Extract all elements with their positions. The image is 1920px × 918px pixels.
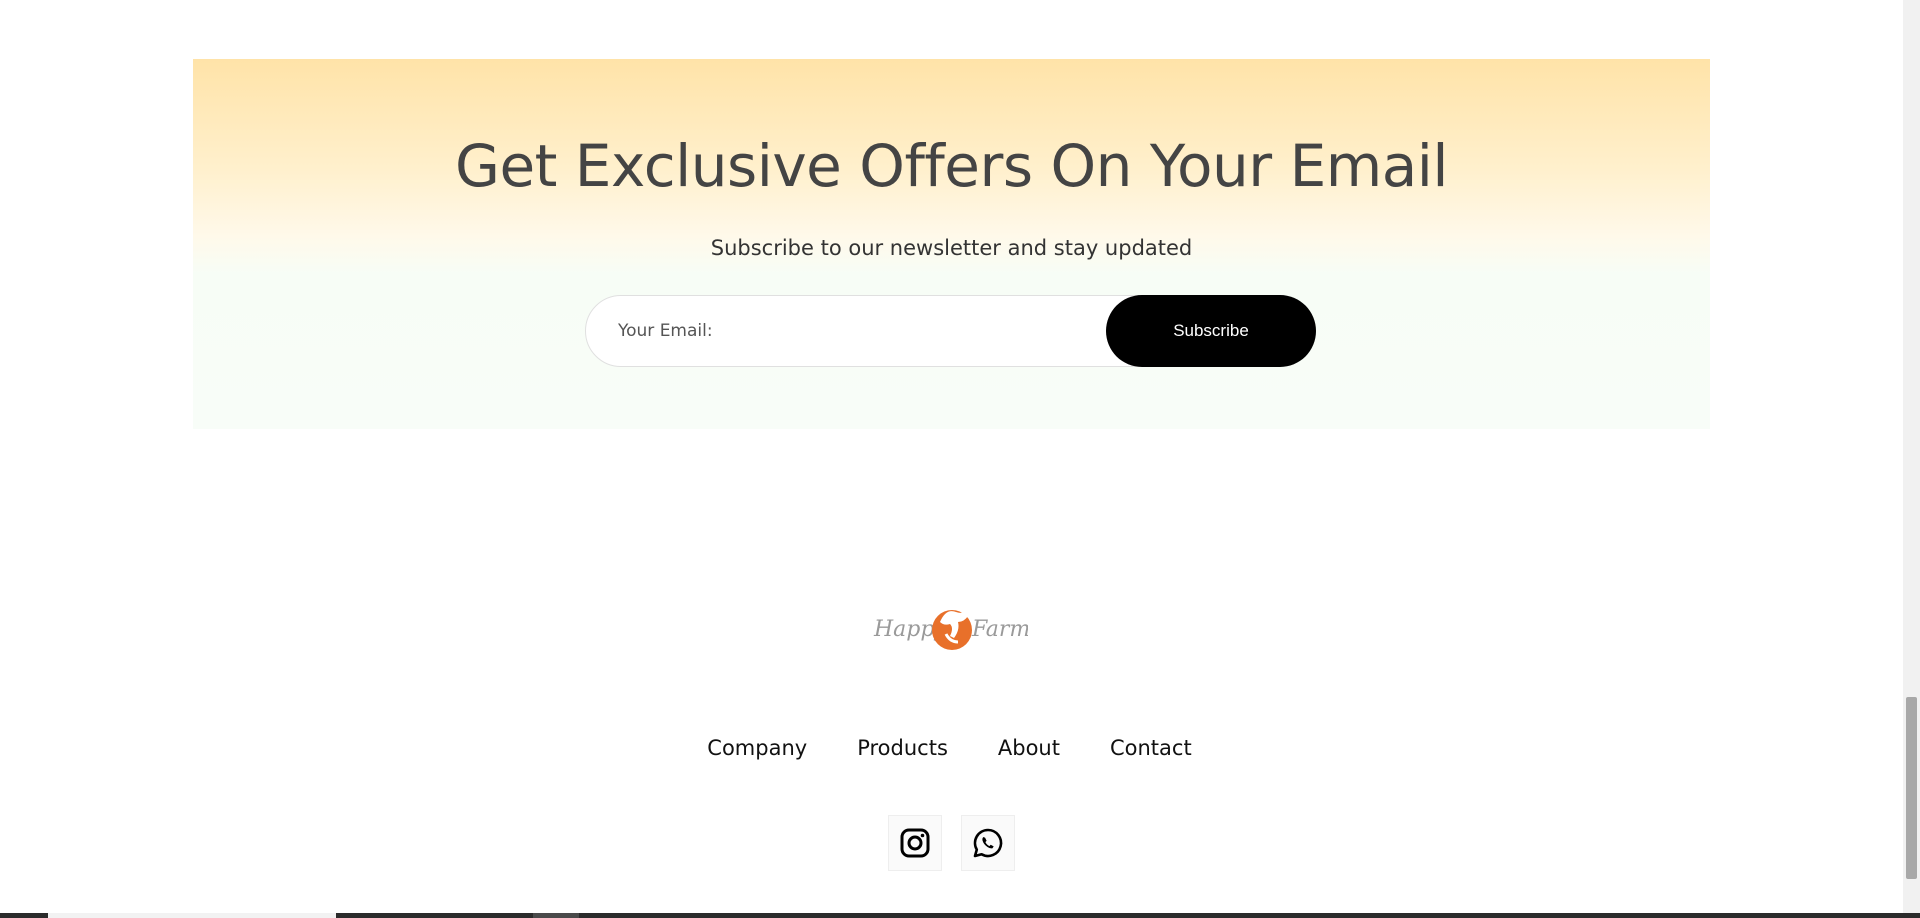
footer-link-about[interactable]: About bbox=[998, 736, 1060, 760]
whatsapp-button[interactable] bbox=[961, 815, 1015, 871]
footer-link-contact[interactable]: Contact bbox=[1110, 736, 1192, 760]
newsletter-banner: Get Exclusive Offers On Your Email Subsc… bbox=[193, 59, 1710, 429]
scrollbar-thumb[interactable] bbox=[1906, 697, 1917, 879]
taskbar-segment bbox=[48, 913, 336, 918]
instagram-icon bbox=[900, 828, 930, 858]
email-input[interactable] bbox=[585, 295, 1185, 367]
footer-nav: Company Products About Contact bbox=[0, 736, 1899, 760]
taskbar-segment bbox=[533, 913, 579, 918]
subscribe-form: Subscribe bbox=[585, 295, 1316, 367]
newsletter-title: Get Exclusive Offers On Your Email bbox=[455, 132, 1449, 200]
whatsapp-icon bbox=[973, 828, 1003, 858]
vertical-scrollbar[interactable] bbox=[1903, 0, 1920, 918]
footer-link-company[interactable]: Company bbox=[707, 736, 807, 760]
subscribe-button[interactable]: Subscribe bbox=[1106, 295, 1316, 367]
instagram-button[interactable] bbox=[888, 815, 942, 871]
page: Get Exclusive Offers On Your Email Subsc… bbox=[0, 0, 1920, 918]
taskbar-strip bbox=[0, 913, 1920, 918]
happy-farm-logo[interactable]: Happy Farm bbox=[872, 600, 1030, 654]
newsletter-subtitle: Subscribe to our newsletter and stay upd… bbox=[710, 236, 1193, 260]
logo-image: Happy Farm bbox=[873, 608, 1030, 650]
footer-link-products[interactable]: Products bbox=[857, 736, 948, 760]
svg-text:Farm: Farm bbox=[971, 617, 1028, 642]
